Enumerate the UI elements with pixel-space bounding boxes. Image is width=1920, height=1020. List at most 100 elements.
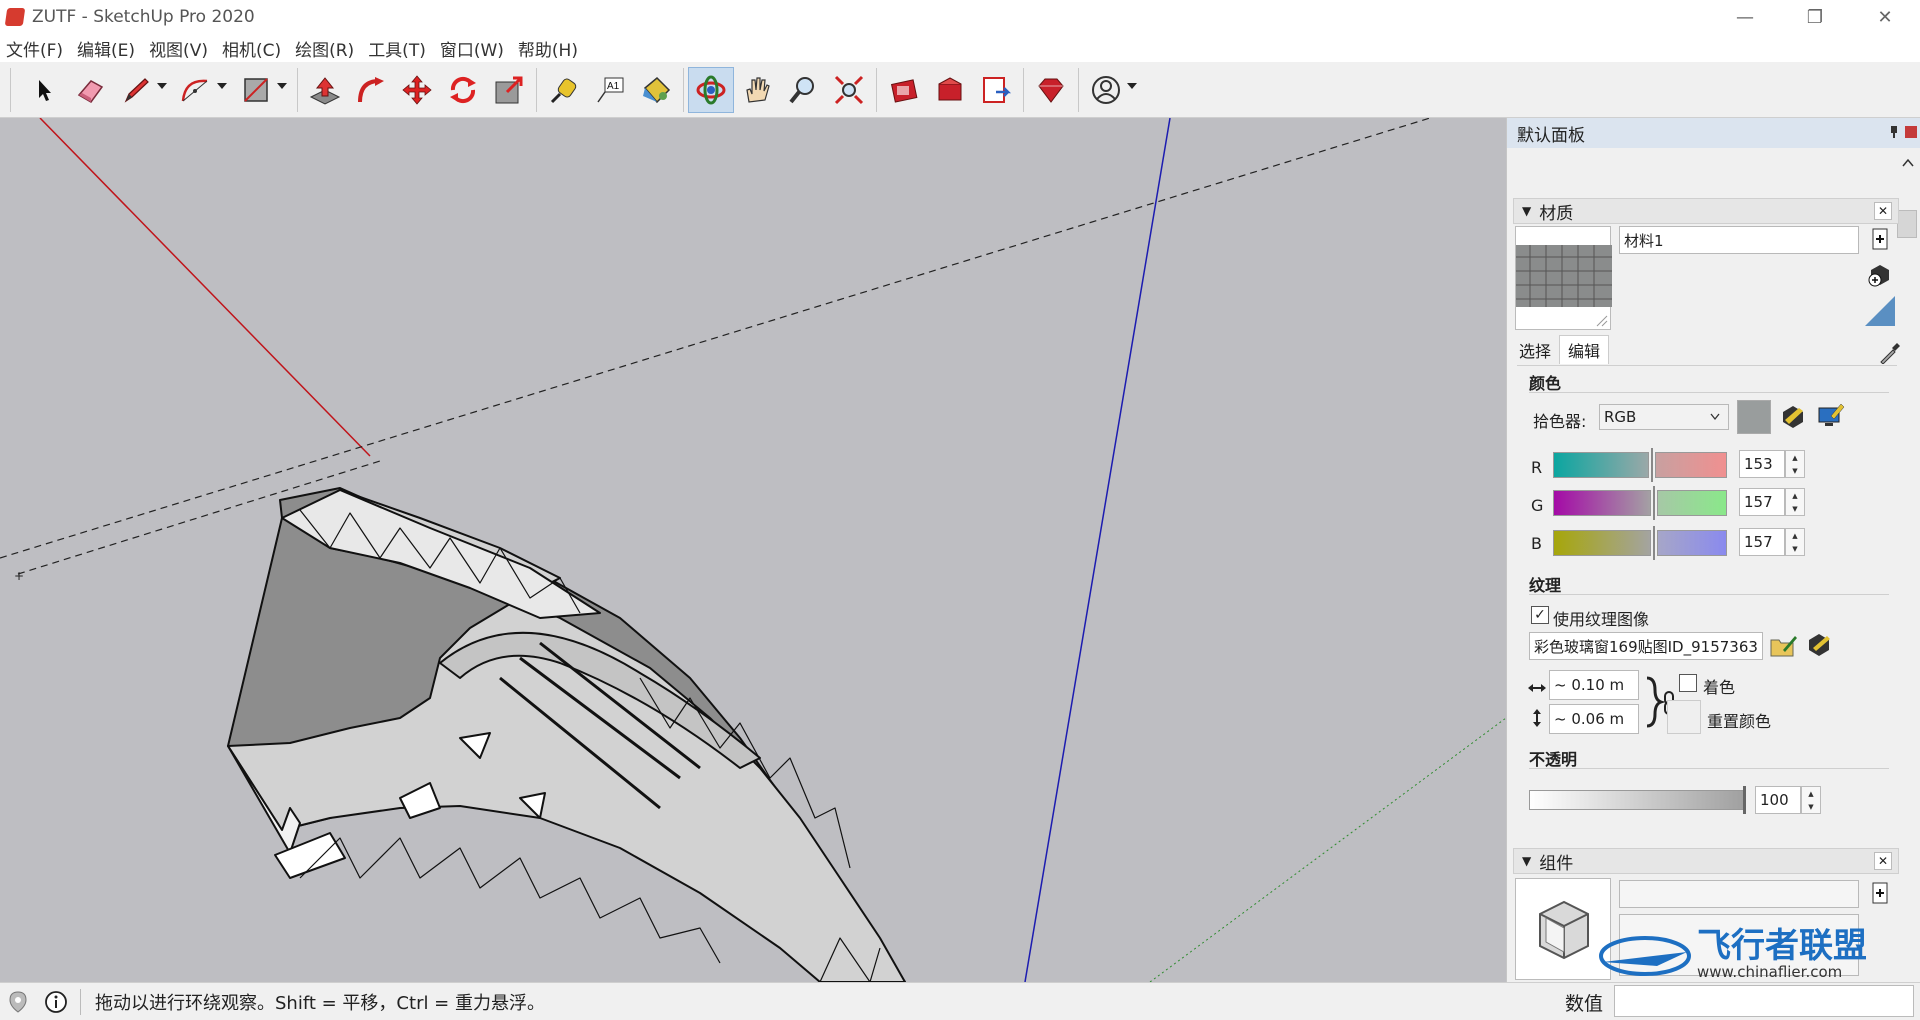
arc-dropdown-icon[interactable] bbox=[217, 82, 227, 89]
materials-close-icon[interactable]: ✕ bbox=[1874, 202, 1892, 220]
texture-file-field[interactable]: 彩色玻璃窗169贴图ID_9157363 bbox=[1529, 632, 1763, 660]
rectangle-tool-button[interactable] bbox=[233, 67, 287, 113]
materials-section-header[interactable]: ▼ 材质 ✕ bbox=[1513, 198, 1899, 224]
g-slider-left[interactable] bbox=[1553, 490, 1651, 516]
menu-help[interactable]: 帮助(H) bbox=[518, 36, 578, 61]
menu-window[interactable]: 窗口(W) bbox=[440, 36, 504, 61]
create-material-icon[interactable] bbox=[1871, 228, 1889, 250]
b-value-field[interactable]: 157 bbox=[1739, 528, 1785, 556]
pencil-dropdown-icon[interactable] bbox=[157, 82, 167, 89]
color-picker-select[interactable]: RGB bbox=[1599, 404, 1729, 430]
tape-measure-tool-button[interactable] bbox=[541, 67, 587, 113]
create-component-icon[interactable] bbox=[1871, 882, 1889, 904]
model-viewport[interactable]: + bbox=[0, 118, 1506, 982]
eyedropper-icon[interactable] bbox=[1877, 340, 1901, 364]
tab-select[interactable]: 选择 bbox=[1511, 336, 1559, 364]
stepper-up-icon[interactable]: ▲ bbox=[1792, 492, 1797, 500]
g-slider-right[interactable] bbox=[1657, 490, 1727, 516]
r-slider-handle[interactable] bbox=[1651, 448, 1653, 482]
menu-camera[interactable]: 相机(C) bbox=[222, 36, 281, 61]
push-pull-tool-button[interactable] bbox=[302, 67, 348, 113]
g-stepper[interactable]: ▲ ▼ bbox=[1785, 488, 1805, 516]
colorize-checkbox[interactable] bbox=[1679, 674, 1697, 692]
browse-folder-icon[interactable] bbox=[1769, 632, 1799, 660]
material-settings-icon[interactable] bbox=[1867, 262, 1893, 288]
collapse-arrow-icon[interactable]: ▼ bbox=[1522, 204, 1531, 218]
menu-draw[interactable]: 绘图(R) bbox=[295, 36, 354, 61]
r-value-field[interactable]: 153 bbox=[1739, 450, 1785, 478]
stepper-up-icon[interactable]: ▲ bbox=[1792, 454, 1797, 462]
menu-edit[interactable]: 编辑(E) bbox=[77, 36, 135, 61]
geo-location-icon[interactable] bbox=[8, 990, 28, 1014]
r-slider-right[interactable] bbox=[1655, 452, 1727, 478]
stepper-down-icon[interactable]: ▼ bbox=[1792, 467, 1797, 475]
opacity-slider-handle[interactable] bbox=[1743, 786, 1746, 814]
restore-icon[interactable]: ❐ bbox=[1780, 0, 1850, 34]
b-slider-handle[interactable] bbox=[1653, 526, 1655, 560]
stepper-down-icon[interactable]: ▼ bbox=[1792, 545, 1797, 553]
send-to-layout-button[interactable] bbox=[973, 67, 1019, 113]
r-slider-left[interactable] bbox=[1553, 452, 1649, 478]
opacity-value-field[interactable]: 100 bbox=[1755, 786, 1801, 814]
extension-manager-button[interactable] bbox=[1028, 67, 1074, 113]
warehouse-3d-button[interactable] bbox=[881, 67, 927, 113]
component-name-field[interactable] bbox=[1619, 880, 1859, 908]
panel-close-icon[interactable] bbox=[1905, 126, 1917, 138]
opacity-stepper[interactable]: ▲ ▼ bbox=[1801, 786, 1821, 814]
stepper-down-icon[interactable]: ▼ bbox=[1808, 803, 1813, 811]
material-preview[interactable] bbox=[1515, 226, 1612, 330]
close-icon[interactable]: ✕ bbox=[1850, 0, 1920, 34]
material-sample-icon[interactable] bbox=[1863, 294, 1897, 328]
measurements-input[interactable] bbox=[1614, 985, 1914, 1017]
b-slider-right[interactable] bbox=[1657, 530, 1727, 556]
minimize-icon[interactable]: — bbox=[1710, 0, 1780, 34]
g-value-field[interactable]: 157 bbox=[1739, 488, 1785, 516]
texture-width-field[interactable]: ~ 0.10 m bbox=[1549, 670, 1639, 700]
scroll-up-icon[interactable] bbox=[1901, 158, 1915, 168]
color-swatch[interactable] bbox=[1737, 400, 1771, 434]
credits-info-icon[interactable] bbox=[44, 990, 68, 1014]
opacity-slider[interactable] bbox=[1529, 790, 1745, 810]
orbit-tool-button[interactable] bbox=[688, 66, 734, 113]
select-tool-button[interactable] bbox=[21, 67, 67, 113]
stepper-up-icon[interactable]: ▲ bbox=[1792, 532, 1797, 540]
arc-tool-button[interactable] bbox=[173, 67, 227, 113]
rectangle-dropdown-icon[interactable] bbox=[277, 82, 287, 89]
reset-color-swatch[interactable] bbox=[1667, 700, 1701, 734]
menu-file[interactable]: 文件(F) bbox=[6, 36, 63, 61]
rotate-tool-button[interactable] bbox=[440, 67, 486, 113]
pencil-tool-button[interactable] bbox=[113, 67, 167, 113]
components-section-header[interactable]: ▼ 组件 ✕ bbox=[1513, 848, 1899, 874]
stepper-up-icon[interactable]: ▲ bbox=[1808, 790, 1813, 798]
scale-tool-button[interactable] bbox=[486, 67, 532, 113]
use-texture-checkbox[interactable]: ✓ bbox=[1531, 606, 1549, 624]
reset-color-label[interactable]: 重置颜色 bbox=[1707, 708, 1771, 732]
3d-model[interactable] bbox=[227, 487, 906, 982]
tab-edit[interactable]: 编辑 bbox=[1559, 335, 1610, 364]
b-slider-left[interactable] bbox=[1553, 530, 1651, 556]
paint-bucket-tool-button[interactable] bbox=[633, 67, 679, 113]
edit-texture-icon[interactable] bbox=[1805, 630, 1833, 658]
move-tool-button[interactable] bbox=[394, 67, 440, 113]
b-stepper[interactable]: ▲ ▼ bbox=[1785, 528, 1805, 556]
menu-tools[interactable]: 工具(T) bbox=[368, 36, 426, 61]
match-screen-color-icon[interactable] bbox=[1815, 402, 1845, 430]
zoom-extents-tool-button[interactable] bbox=[826, 67, 872, 113]
account-dropdown-icon[interactable] bbox=[1127, 82, 1137, 89]
eraser-tool-button[interactable] bbox=[67, 67, 113, 113]
zoom-tool-button[interactable] bbox=[780, 67, 826, 113]
texture-height-field[interactable]: ~ 0.06 m bbox=[1549, 704, 1639, 734]
viewport-canvas[interactable]: + bbox=[0, 118, 1506, 982]
account-button[interactable] bbox=[1083, 67, 1137, 113]
g-slider-handle[interactable] bbox=[1653, 486, 1655, 520]
components-close-icon[interactable]: ✕ bbox=[1874, 852, 1892, 870]
match-model-color-icon[interactable] bbox=[1779, 402, 1807, 430]
material-name-field[interactable]: 材料1 bbox=[1619, 226, 1859, 254]
menu-view[interactable]: 视图(V) bbox=[149, 36, 208, 61]
collapse-arrow-icon[interactable]: ▼ bbox=[1522, 854, 1531, 868]
follow-me-tool-button[interactable] bbox=[348, 67, 394, 113]
r-stepper[interactable]: ▲ ▼ bbox=[1785, 450, 1805, 478]
extension-warehouse-button[interactable] bbox=[927, 67, 973, 113]
stepper-down-icon[interactable]: ▼ bbox=[1792, 505, 1797, 513]
pan-tool-button[interactable] bbox=[734, 67, 780, 113]
